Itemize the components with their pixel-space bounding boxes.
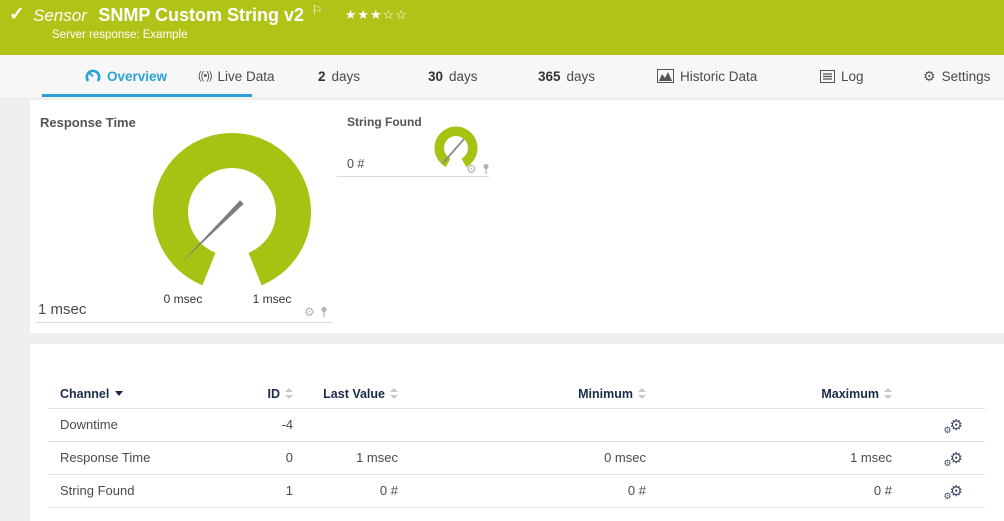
sort-icon — [884, 387, 892, 399]
module-corner-icons: ⚙ — [304, 305, 329, 319]
gear-icon: ⚙ — [923, 67, 936, 84]
channel-name-cell: Downtime — [48, 408, 248, 442]
area-chart-icon — [657, 69, 674, 83]
column-header-id[interactable]: ID — [248, 380, 296, 409]
tab-label: Live Data — [217, 68, 275, 84]
channel-id-cell: 1 — [248, 474, 296, 508]
gauge-scale-max: 1 msec — [252, 292, 292, 306]
sort-icon — [390, 387, 398, 399]
sort-icon — [638, 387, 646, 399]
gauge-icon — [85, 68, 101, 84]
prtg-sensor-page: ✓ Sensor SNMP Custom String v2 ⚐ ★★★☆☆ S… — [0, 0, 1004, 521]
tab-overview[interactable]: Overview — [41, 55, 253, 97]
module-gear-icon[interactable]: ⚙ — [466, 162, 477, 176]
sensor-header: ✓ Sensor SNMP Custom String v2 ⚐ ★★★☆☆ S… — [0, 0, 1004, 55]
string-found-current-value: 0 # — [347, 157, 365, 171]
response-time-gauge[interactable] — [152, 132, 312, 292]
gauge-title-response-time: Response Time — [40, 115, 136, 130]
table-row: Response Time 0 1 msec 0 msec 1 msec ⚙ ⚙ — [48, 441, 985, 475]
channel-name-cell: String Found — [48, 474, 248, 508]
tab-log[interactable]: Log — [820, 55, 864, 97]
module-divider — [337, 176, 489, 177]
gauge-title-string-found: String Found — [347, 115, 422, 129]
gauge-scale-min: 0 msec — [163, 292, 203, 306]
tab-settings[interactable]: ⚙ Settings — [923, 55, 990, 97]
response-time-current-value: 1 msec — [38, 301, 87, 318]
maximum-cell — [649, 408, 895, 442]
last-value-cell: 0 # — [296, 474, 401, 508]
flag-icon[interactable]: ⚐ — [311, 3, 322, 17]
pin-icon[interactable] — [481, 163, 491, 175]
tab-label: days — [331, 68, 361, 84]
column-label: Channel — [60, 386, 110, 401]
gear-icon: ⚙ — [943, 490, 952, 501]
tab-365-days[interactable]: 365 days — [538, 55, 595, 97]
priority-stars[interactable]: ★★★☆☆ — [345, 7, 408, 22]
last-value-cell: 1 msec — [296, 441, 401, 475]
sensor-title-row: Sensor SNMP Custom String v2 ⚐ ★★★☆☆ — [33, 3, 408, 26]
tab-number: 2 — [318, 68, 326, 84]
channel-name-cell: Response Time — [48, 441, 248, 475]
tab-label: days — [449, 68, 478, 84]
tab-live-data[interactable]: ((•)) Live Data — [198, 55, 275, 97]
column-header-settings — [895, 380, 985, 409]
column-header-last-value[interactable]: Last Value — [296, 380, 401, 409]
table-row: String Found 1 0 # 0 # 0 # ⚙ ⚙ — [48, 474, 985, 508]
channel-id-cell: -4 — [248, 408, 296, 442]
sort-icon — [285, 387, 293, 399]
tab-bar: Overview ((•)) Live Data 2 days 30 days … — [0, 55, 1004, 97]
gauge-needle — [442, 138, 465, 164]
tab-label: Overview — [107, 68, 168, 84]
tab-label: days — [566, 68, 596, 84]
channel-settings-icon[interactable]: ⚙ ⚙ — [944, 416, 963, 435]
tab-30-days[interactable]: 30 days — [428, 55, 478, 97]
pin-icon[interactable] — [319, 306, 329, 318]
sensor-message: Server response: Example — [52, 29, 188, 41]
tab-number: 365 — [538, 68, 561, 84]
gear-icon: ⚙ — [943, 457, 952, 468]
tab-label: Log — [841, 68, 864, 84]
overview-gauges-panel: Response Time 0 msec 1 msec 1 msec ⚙ Str… — [30, 100, 1004, 333]
module-divider — [35, 322, 333, 323]
minimum-cell: 0 msec — [401, 441, 649, 475]
tab-2-days[interactable]: 2 days — [318, 55, 360, 97]
object-kind-label: Sensor — [33, 6, 87, 25]
column-header-channel[interactable]: Channel — [48, 380, 248, 409]
tab-number: 30 — [428, 68, 444, 84]
tab-label: Settings — [941, 68, 991, 84]
log-list-icon — [820, 69, 835, 83]
channels-panel: Channel ID Last Value Minimum Maximum Do… — [30, 344, 1004, 521]
sort-caret-icon — [115, 390, 124, 396]
column-header-minimum[interactable]: Minimum — [401, 380, 649, 409]
minimum-cell — [401, 408, 649, 442]
broadcast-icon: ((•)) — [198, 70, 212, 82]
column-label: Last Value — [323, 386, 385, 401]
channel-id-cell: 0 — [248, 441, 296, 475]
table-header-row: Channel ID Last Value Minimum Maximum — [48, 380, 985, 409]
column-header-maximum[interactable]: Maximum — [649, 380, 895, 409]
tab-label: Historic Data — [680, 68, 758, 84]
minimum-cell: 0 # — [401, 474, 649, 508]
column-label: ID — [267, 386, 281, 401]
table-row: Downtime -4 ⚙ ⚙ — [48, 408, 985, 442]
tab-historic-data[interactable]: Historic Data — [657, 55, 757, 97]
column-label: Maximum — [821, 386, 879, 401]
column-label: Minimum — [578, 386, 633, 401]
module-corner-icons: ⚙ — [466, 162, 491, 176]
gear-icon: ⚙ — [943, 424, 952, 435]
maximum-cell: 0 # — [649, 474, 895, 508]
channel-settings-icon[interactable]: ⚙ ⚙ — [944, 449, 963, 468]
module-gear-icon[interactable]: ⚙ — [304, 305, 315, 319]
page-title: SNMP Custom String v2 — [98, 5, 305, 25]
maximum-cell: 1 msec — [649, 441, 895, 475]
channel-settings-icon[interactable]: ⚙ ⚙ — [944, 482, 963, 501]
channels-table: Channel ID Last Value Minimum Maximum Do… — [48, 380, 985, 508]
last-value-cell — [296, 408, 401, 442]
status-ok-check-icon: ✓ — [9, 4, 25, 25]
